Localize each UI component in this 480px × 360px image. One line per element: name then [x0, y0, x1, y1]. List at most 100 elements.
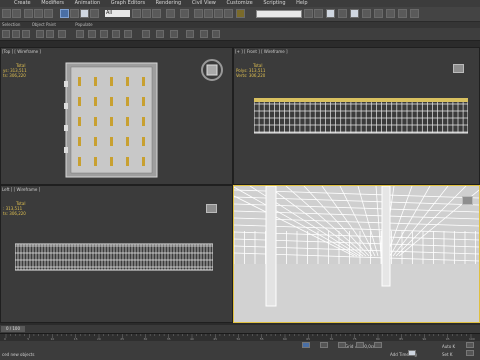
column-mark [78, 157, 81, 166]
freeze-icon[interactable] [212, 30, 220, 38]
select-rotate-icon[interactable] [142, 9, 151, 18]
orbit-icon[interactable] [466, 350, 474, 356]
unlink-icon[interactable] [34, 9, 43, 18]
rendered-frame-window-icon[interactable] [398, 9, 407, 18]
spinner-snap-icon[interactable] [224, 9, 233, 18]
viewport-label[interactable]: Left ] [ Wireframe ] [2, 187, 40, 192]
layer-explorer-icon[interactable] [338, 9, 347, 18]
display-cameras-icon[interactable] [46, 30, 54, 38]
key-mode-icon[interactable] [408, 350, 416, 356]
menu-item-scripting[interactable]: Scripting [263, 0, 285, 7]
mirror-icon[interactable] [304, 9, 313, 18]
column-mark [78, 97, 81, 106]
goto-start-icon[interactable] [302, 342, 310, 348]
time-slider-thumb[interactable]: 0 / 100 [1, 326, 25, 332]
display-helpers-icon[interactable] [58, 30, 66, 38]
display-spacewarps-icon[interactable] [76, 30, 84, 38]
help-icon[interactable] [170, 30, 178, 38]
play-icon[interactable] [338, 342, 346, 348]
goto-end-icon[interactable] [374, 342, 382, 348]
viewport-stats: Total: 313,511 ts: 306,220 [3, 201, 26, 216]
schematic-view-icon[interactable] [362, 9, 371, 18]
bind-space-warp-icon[interactable] [44, 9, 53, 18]
percent-snap-icon[interactable] [214, 9, 223, 18]
invert-display-icon[interactable] [124, 30, 132, 38]
viewport-perspective[interactable] [233, 185, 480, 323]
find-icon[interactable] [156, 30, 164, 38]
column-mark [126, 77, 129, 86]
status-bar: ced new objects Grid = 100,0cm Add Time … [0, 341, 480, 360]
prev-frame-icon[interactable] [320, 342, 328, 348]
lock-icon[interactable] [186, 30, 194, 38]
set-key-button[interactable]: Set K [442, 352, 452, 357]
reference-coordinate-icon[interactable] [166, 9, 175, 18]
status-prompt: ced new objects [2, 352, 35, 357]
display-geometry-icon[interactable] [12, 30, 20, 38]
display-bones-icon[interactable] [88, 30, 96, 38]
link-icon[interactable] [24, 9, 33, 18]
display-none-icon[interactable] [112, 30, 120, 38]
named-selection-icon[interactable] [236, 9, 245, 18]
time-slider[interactable]: 0 / 100 [0, 325, 480, 333]
redo-icon[interactable] [12, 9, 21, 18]
menu-bar: Create Modifiers Animation Graph Editors… [0, 0, 480, 7]
window-crossing-icon[interactable] [90, 9, 99, 18]
display-all-icon[interactable] [100, 30, 108, 38]
visibility-icon[interactable] [200, 30, 208, 38]
angle-snap-icon[interactable] [204, 9, 213, 18]
column-mark [94, 157, 97, 166]
column-mark [94, 117, 97, 126]
column-mark [126, 157, 129, 166]
building-plan-top [64, 62, 158, 178]
viewcube-icon[interactable] [462, 196, 473, 205]
region-select-icon[interactable] [80, 9, 89, 18]
curve-editor-icon[interactable] [350, 9, 359, 18]
display-lights-icon[interactable] [36, 30, 44, 38]
scene-toolbar [0, 28, 480, 41]
main-toolbar: All [0, 7, 480, 22]
selection-filter-dropdown[interactable]: All [105, 10, 130, 17]
select-by-name-icon[interactable] [70, 9, 79, 18]
menu-item-rendering[interactable]: Rendering [156, 0, 182, 7]
undo-icon[interactable] [2, 9, 11, 18]
select-move-icon[interactable] [132, 9, 141, 18]
named-selection-field[interactable] [256, 10, 302, 18]
viewport-left[interactable]: Left ] [ Wireframe ] Total: 313,511 ts: 3… [0, 185, 233, 323]
select-object-icon[interactable] [60, 9, 69, 18]
viewcube-compass-icon[interactable] [200, 58, 224, 82]
viewport-label[interactable]: [Top ] [ Wireframe ] [2, 49, 41, 54]
menu-item-create[interactable]: Create [14, 0, 31, 7]
menu-item-modifiers[interactable]: Modifiers [41, 0, 64, 7]
viewport-front[interactable]: [+ ] [ Front ] [ Wireframe ] Total Polys:… [233, 47, 480, 185]
align-icon[interactable] [314, 9, 323, 18]
zoom-extents-icon[interactable] [466, 342, 474, 348]
auto-key-button[interactable]: Auto K [442, 344, 455, 349]
column-mark [126, 117, 129, 126]
column-mark [126, 137, 129, 146]
render-production-icon[interactable] [410, 9, 419, 18]
viewport-top[interactable]: [Top ] [ Wireframe ] Total ys: 313,511 ts:… [0, 47, 233, 185]
material-editor-icon[interactable] [374, 9, 383, 18]
building-elevation-front [254, 98, 468, 134]
menu-item-help[interactable]: Help [296, 0, 307, 7]
sort-icon[interactable] [142, 30, 150, 38]
menu-item-customize[interactable]: Customize [226, 0, 252, 7]
display-shapes-icon[interactable] [22, 30, 30, 38]
menu-item-graph-editors[interactable]: Graph Editors [111, 0, 145, 7]
next-frame-icon[interactable] [356, 342, 364, 348]
column-mark [110, 77, 113, 86]
viewcube-icon[interactable] [453, 64, 464, 73]
menu-item-animation[interactable]: Animation [75, 0, 101, 7]
column-mark [78, 137, 81, 146]
column-mark [94, 137, 97, 146]
column-mark [110, 97, 113, 106]
pivot-center-icon[interactable] [180, 9, 189, 18]
viewport-label[interactable]: [+ ] [ Front ] [ Wireframe ] [235, 49, 288, 54]
scene-explorer-icon[interactable] [326, 9, 335, 18]
viewcube-icon[interactable] [206, 204, 217, 213]
render-setup-icon[interactable] [386, 9, 395, 18]
select-scale-icon[interactable] [152, 9, 161, 18]
display-filter-icon[interactable] [2, 30, 10, 38]
menu-item-civil-view[interactable]: Civil View [192, 0, 216, 7]
snaps-toggle-icon[interactable] [194, 9, 203, 18]
